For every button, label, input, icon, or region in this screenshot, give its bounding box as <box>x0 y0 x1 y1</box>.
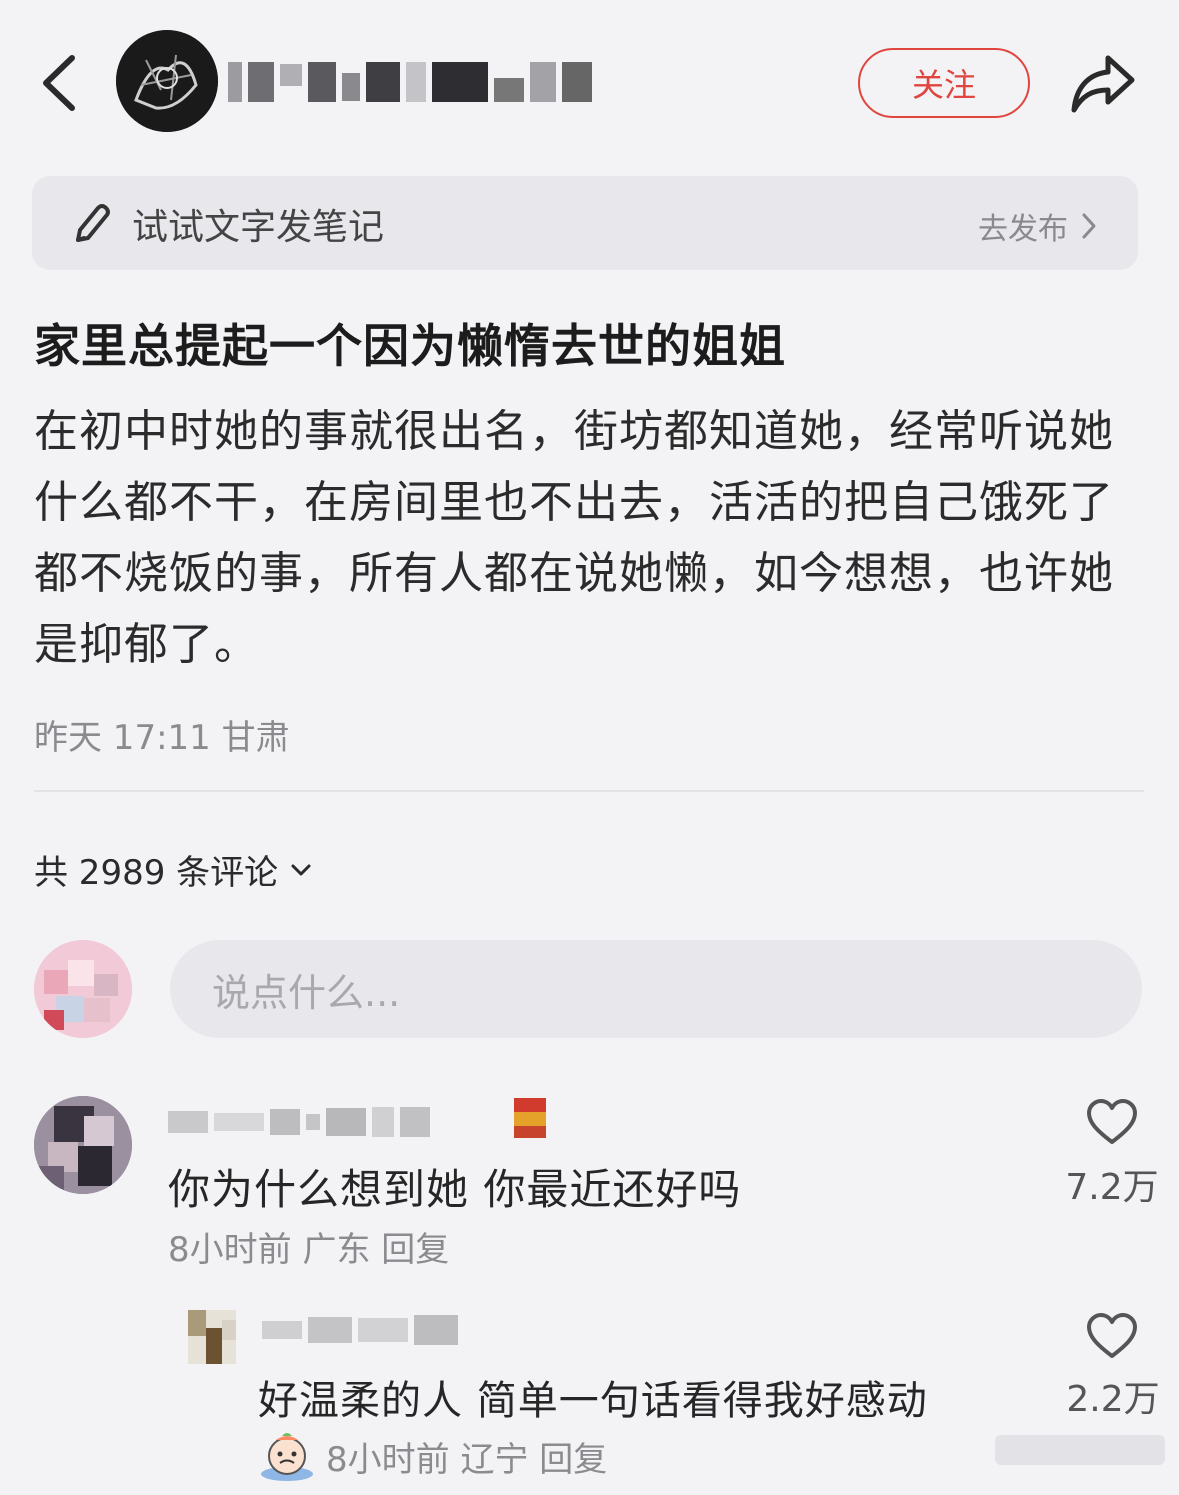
reply-meta[interactable]: 8小时前 辽宁 回复 <box>326 1432 607 1481</box>
divider <box>34 790 1144 792</box>
draft-prompt-label: 试试文字发笔记 <box>132 207 385 248</box>
share-icon[interactable] <box>1068 50 1138 116</box>
comment-author-redacted[interactable] <box>168 1100 436 1144</box>
like-count: 2.2万 <box>1066 1379 1160 1420</box>
heart-icon[interactable] <box>1086 1098 1138 1146</box>
reply-avatar[interactable] <box>188 1310 236 1364</box>
follow-button[interactable]: 关注 <box>858 48 1030 118</box>
post-title: 家里总提起一个因为懒惰去世的姐姐 <box>34 319 786 373</box>
sticker-icon <box>261 1433 313 1481</box>
my-avatar <box>34 940 132 1038</box>
post-meta: 昨天 17:11 甘肃 <box>34 718 290 758</box>
heart-icon[interactable] <box>1086 1312 1138 1360</box>
publish-link[interactable]: 去发布 <box>978 204 1098 248</box>
author-avatar[interactable] <box>116 30 218 132</box>
comment-count-label: 共 2989 条评论 <box>34 853 279 893</box>
chevron-right-icon <box>1082 213 1096 239</box>
comment-input[interactable]: 说点什么... <box>170 940 1142 1038</box>
reply-author-redacted[interactable] <box>262 1310 464 1350</box>
pencil-icon <box>76 204 110 242</box>
comment-count-toggle[interactable]: 共 2989 条评论 <box>34 845 312 894</box>
publish-link-label[interactable]: 去发布 <box>978 204 1068 248</box>
back-icon[interactable] <box>30 48 90 118</box>
like-count: 7.2万 <box>1065 1167 1159 1208</box>
reply-text: 好温柔的人 简单一句话看得我好感动 <box>258 1378 928 1424</box>
post-body: 在初中时她的事就很出名，街坊都知道她，经常听说她什么都不干，在房间里也不出去，活… <box>34 406 1114 670</box>
reply-meta-row[interactable]: 8小时前 辽宁 回复 <box>258 1430 607 1482</box>
comment-text: 你为什么想到她 你最近还好吗 <box>168 1165 742 1214</box>
chevron-down-icon <box>291 864 311 875</box>
user-badge-icon <box>514 1098 546 1138</box>
author-name-redacted[interactable] <box>228 60 598 104</box>
comment-avatar[interactable] <box>34 1096 132 1194</box>
draft-prompt-bar[interactable]: 试试文字发笔记 去发布 <box>32 176 1138 270</box>
comment-meta[interactable]: 8小时前 广东 回复 <box>168 1222 449 1271</box>
comment-input-placeholder: 说点什么... <box>212 970 401 1015</box>
watermark <box>995 1435 1165 1465</box>
